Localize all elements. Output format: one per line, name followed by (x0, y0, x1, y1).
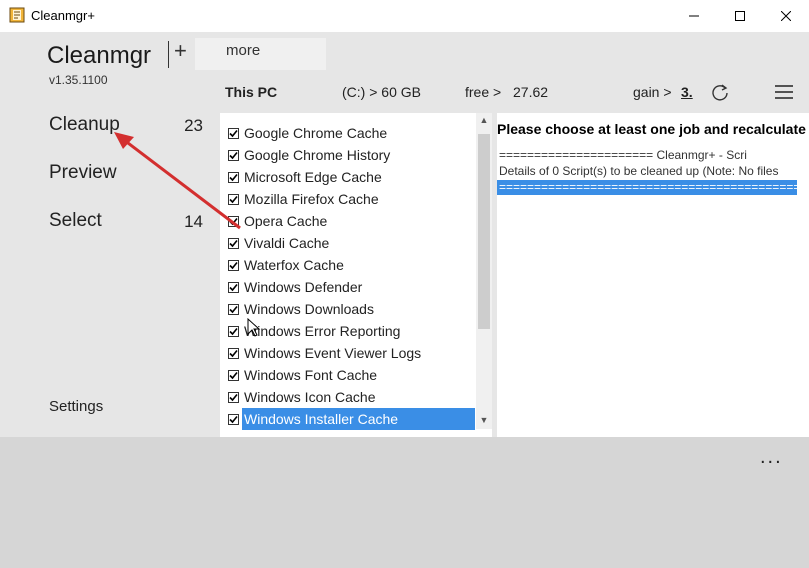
output-line: ====================== Cleanmgr+ - Scri (499, 148, 747, 162)
list-item-label: Mozilla Firefox Cache (244, 191, 379, 207)
output-heading: Please choose at least one job and recal… (497, 121, 806, 137)
tab-cleanmgr[interactable]: Cleanmgr (47, 42, 151, 70)
gain-label: gain > (633, 84, 672, 100)
hamburger-menu-icon[interactable] (775, 84, 793, 105)
checkmark-icon (229, 371, 238, 379)
checkmark-icon (229, 239, 238, 247)
list-item[interactable]: Windows Defender (220, 276, 475, 298)
checkmark-icon (229, 415, 238, 423)
tab-divider (168, 41, 169, 68)
checkbox[interactable] (228, 259, 239, 271)
maximize-icon (735, 11, 745, 21)
minimize-icon (689, 15, 699, 17)
checkmark-icon (229, 305, 238, 313)
checkbox[interactable] (228, 413, 239, 425)
tab-more-label: more (226, 42, 261, 59)
app-icon (9, 7, 25, 23)
checkbox[interactable] (228, 281, 239, 293)
list-item[interactable]: Mozilla Firefox Cache (220, 188, 475, 210)
cleanup-job-list[interactable]: Google Chrome Cache Google Chrome History… (220, 113, 492, 437)
list-item-label: Windows Icon Cache (244, 389, 376, 405)
list-item-label: Microsoft Edge Cache (244, 169, 382, 185)
annotation-arrow (114, 132, 241, 230)
close-button[interactable] (763, 0, 809, 32)
list-item-label: Windows Installer Cache (242, 408, 475, 430)
checkmark-icon (229, 283, 238, 291)
drive-info: (C:) > 60 GB (342, 84, 421, 100)
this-pc-label: This PC (225, 84, 278, 100)
checkmark-icon (229, 261, 238, 269)
footer-bar (0, 437, 809, 568)
list-item[interactable]: Windows Downloads (220, 298, 475, 320)
more-options-icon[interactable]: ... (760, 446, 783, 469)
list-item-label: Windows Downloads (244, 301, 374, 317)
refresh-icon[interactable] (710, 82, 730, 107)
list-item[interactable]: Google Chrome History (220, 144, 475, 166)
list-item-label: Opera Cache (244, 213, 328, 229)
list-item[interactable]: Google Chrome Cache (220, 122, 475, 144)
list-item-label: Google Chrome History (244, 147, 391, 163)
output-line: Details of 0 Script(s) to be cleaned up … (499, 164, 779, 178)
nav-item-select[interactable]: Select (49, 210, 102, 232)
list-item-label: Windows Error Reporting (244, 323, 401, 339)
checkbox[interactable] (228, 325, 239, 337)
list-item[interactable]: Windows Font Cache (220, 364, 475, 386)
list-item[interactable]: Windows Installer Cache (220, 408, 475, 430)
free-value: 27.62 (513, 84, 549, 100)
close-icon (781, 11, 791, 21)
output-selected-line[interactable]: ========================================… (497, 180, 797, 195)
list-item[interactable]: Windows Icon Cache (220, 386, 475, 408)
list-item-label: Vivaldi Cache (244, 235, 330, 251)
list-item-label: Google Chrome Cache (244, 125, 388, 141)
scroll-up-icon[interactable]: ▲ (476, 115, 492, 125)
checkmark-icon (229, 327, 238, 335)
list-item[interactable]: Opera Cache (220, 210, 475, 232)
checkbox[interactable] (228, 303, 239, 315)
add-tab-button[interactable]: + (174, 38, 187, 64)
tab-more[interactable] (195, 38, 326, 70)
version-label: v1.35.1100 (49, 73, 108, 87)
scroll-down-icon[interactable]: ▼ (476, 415, 492, 425)
maximize-button[interactable] (717, 0, 763, 32)
list-item[interactable]: Windows Event Viewer Logs (220, 342, 475, 364)
list-item-label: Windows Font Cache (244, 367, 378, 383)
mouse-cursor-icon (247, 318, 261, 337)
window-title: Cleanmgr+ (31, 8, 95, 23)
checkbox[interactable] (228, 391, 239, 403)
list-item[interactable]: Microsoft Edge Cache (220, 166, 475, 188)
nav-item-preview[interactable]: Preview (49, 162, 117, 184)
list-item-label: Windows Event Viewer Logs (244, 345, 422, 361)
checkbox[interactable] (228, 237, 239, 249)
list-item[interactable]: Vivaldi Cache (220, 232, 475, 254)
list-item-label: Waterfox Cache (244, 257, 344, 273)
checkbox[interactable] (228, 369, 239, 381)
checkbox[interactable] (228, 347, 239, 359)
checkmark-icon (229, 349, 238, 357)
free-label: free > (465, 84, 502, 100)
checkmark-icon (229, 393, 238, 401)
gain-value[interactable]: 3. (681, 84, 693, 100)
minimize-button[interactable] (671, 0, 717, 32)
list-item-label: Windows Defender (244, 279, 363, 295)
scroll-thumb[interactable] (478, 134, 490, 329)
list-item[interactable]: Waterfox Cache (220, 254, 475, 276)
nav-item-settings[interactable]: Settings (49, 398, 103, 415)
